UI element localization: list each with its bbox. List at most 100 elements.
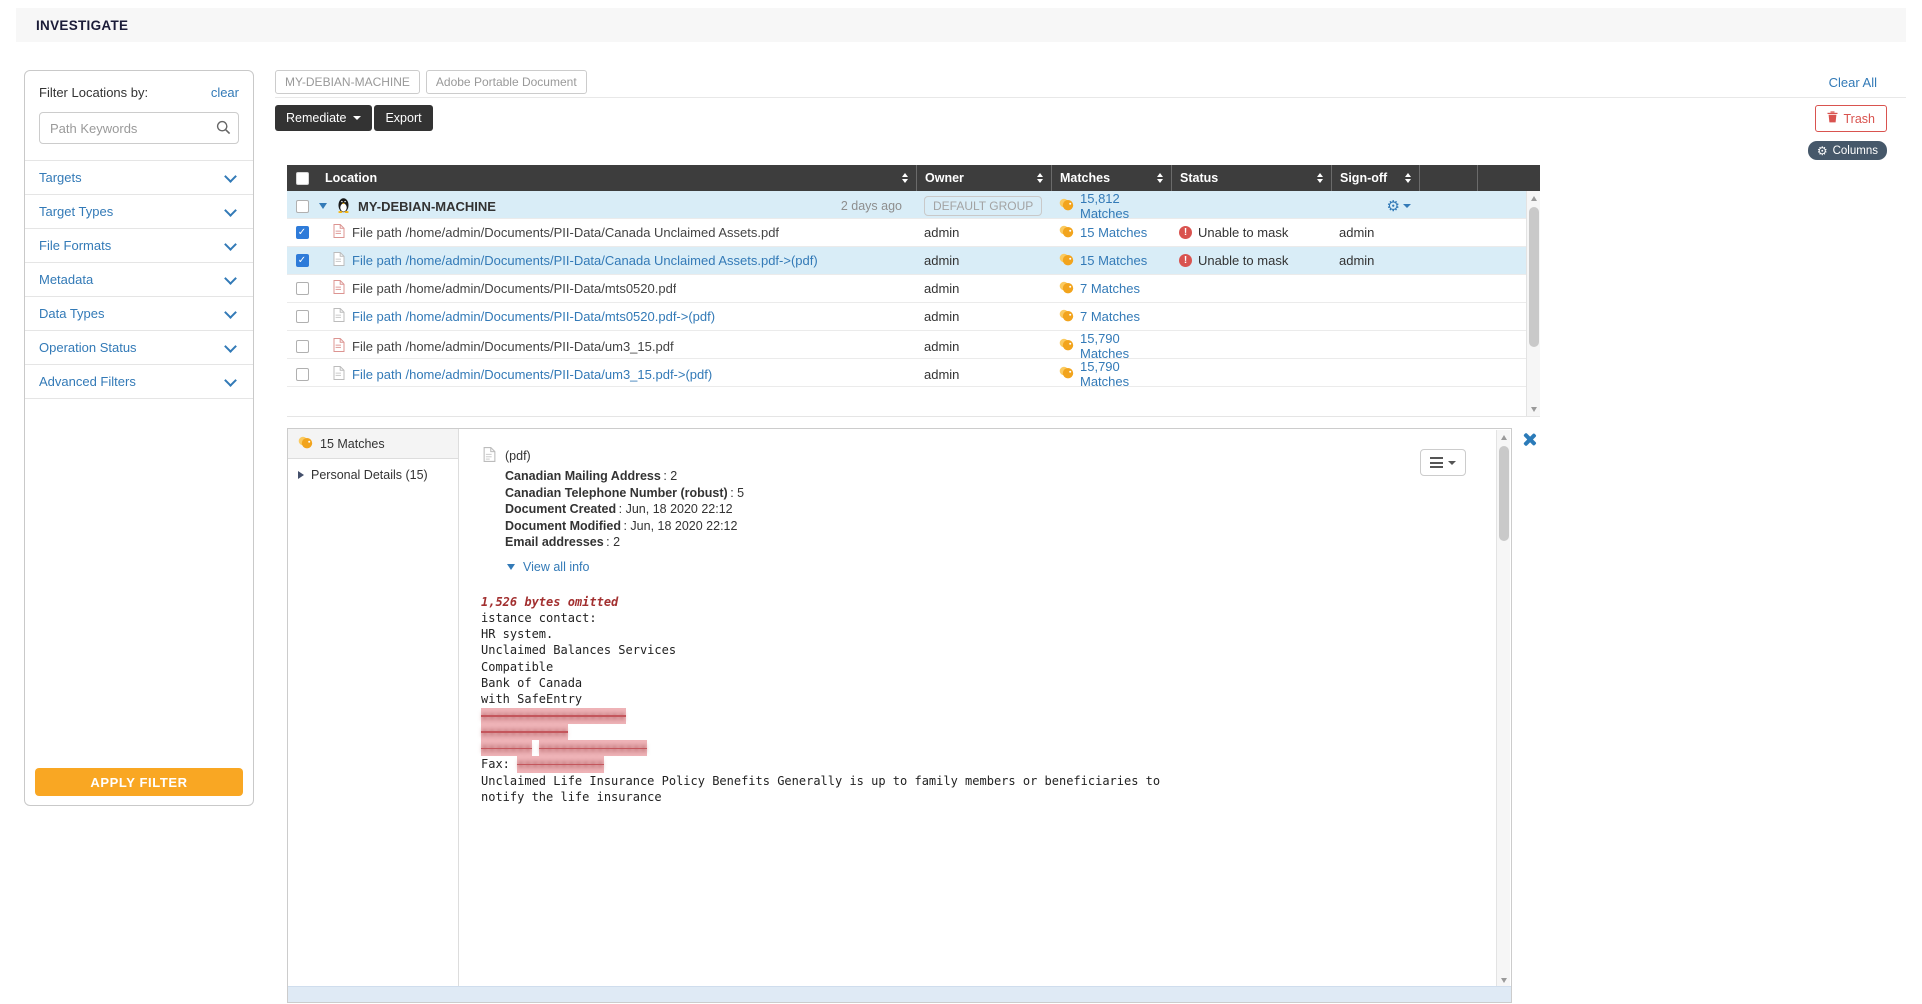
group-row[interactable]: MY-DEBIAN-MACHINE 2 days ago DEFAULT GRO… xyxy=(287,191,1540,219)
scroll-up-arrow[interactable] xyxy=(1497,430,1510,444)
pdf-file-icon xyxy=(333,338,345,355)
row-checkbox[interactable] xyxy=(296,340,309,353)
filter-clear-link[interactable]: clear xyxy=(211,85,239,100)
matches-link[interactable]: 15 Matches xyxy=(1051,253,1171,269)
search-icon xyxy=(216,120,231,140)
matches-count: 7 Matches xyxy=(1080,281,1140,296)
sort-icon[interactable] xyxy=(1317,173,1323,183)
scrollbar-thumb[interactable] xyxy=(1529,207,1539,347)
matches-count: 15 Matches xyxy=(1080,225,1147,240)
sidebar-item-targets[interactable]: Targets xyxy=(25,161,253,195)
collapse-caret-icon[interactable] xyxy=(319,203,327,209)
preview-menu-button[interactable] xyxy=(1420,449,1466,476)
matches-tag-icon xyxy=(1059,253,1074,269)
matches-link[interactable]: 7 Matches xyxy=(1051,309,1171,325)
scroll-up-arrow[interactable] xyxy=(1527,191,1540,205)
sort-icon[interactable] xyxy=(1405,173,1411,183)
table-row[interactable]: File path /home/admin/Documents/PII-Data… xyxy=(287,359,1540,387)
status-text: Unable to mask xyxy=(1198,253,1288,268)
select-all-checkbox[interactable] xyxy=(296,172,309,185)
sidebar-item-operation-status[interactable]: Operation Status xyxy=(25,331,253,365)
matches-link[interactable]: 15 Matches xyxy=(1051,225,1171,241)
preview-line: Bank of Canada xyxy=(481,675,1496,691)
chevron-down-icon xyxy=(224,170,237,183)
matches-link[interactable]: 15,790 Matches xyxy=(1051,359,1171,389)
page-title: INVESTIGATE xyxy=(36,18,128,33)
columns-button[interactable]: ⚙ Columns xyxy=(1808,141,1887,160)
scroll-down-arrow[interactable] xyxy=(1497,973,1510,987)
trash-button[interactable]: Trash xyxy=(1815,105,1888,132)
path-keywords-input[interactable] xyxy=(39,112,239,144)
owner-cell: admin xyxy=(916,281,1051,296)
sort-icon[interactable] xyxy=(1037,173,1043,183)
detail-scrollbar[interactable] xyxy=(1496,430,1510,987)
bytes-omitted-note: 1,526 bytes omitted xyxy=(481,594,1496,610)
column-header-signoff[interactable]: Sign-off xyxy=(1331,165,1419,191)
row-checkbox[interactable] xyxy=(296,282,309,295)
row-checkbox[interactable] xyxy=(296,368,309,381)
redacted-match: xxxxxxxxxxxxxxxxxxxx xyxy=(481,708,626,724)
clear-all-link[interactable]: Clear All xyxy=(1829,75,1877,90)
file-path-link[interactable]: File path /home/admin/Documents/PII-Data… xyxy=(352,281,676,296)
table-row[interactable]: ✓ File path /home/admin/Documents/PII-Dat… xyxy=(287,247,1540,275)
matches-link[interactable]: 7 Matches xyxy=(1051,281,1171,297)
file-path-link[interactable]: File path /home/admin/Documents/PII-Data… xyxy=(352,225,779,240)
file-path-link[interactable]: File path /home/admin/Documents/PII-Data… xyxy=(352,339,674,354)
filter-chip[interactable]: MY-DEBIAN-MACHINE xyxy=(275,70,420,94)
column-header-owner[interactable]: Owner xyxy=(916,165,1051,191)
apply-filter-button[interactable]: APPLY FILTER xyxy=(35,768,243,796)
scroll-down-arrow[interactable] xyxy=(1527,402,1540,416)
group-matches-link[interactable]: 15,812 Matches xyxy=(1051,191,1171,221)
filter-chip[interactable]: Adobe Portable Document xyxy=(426,70,587,94)
row-checkbox[interactable]: ✓ xyxy=(296,226,309,239)
location-cell: File path /home/admin/Documents/PII-Data… xyxy=(317,366,916,383)
columns-label: Columns xyxy=(1833,145,1878,157)
sort-icon[interactable] xyxy=(902,173,908,183)
signoff-cell: admin xyxy=(1331,225,1419,240)
export-button[interactable]: Export xyxy=(374,105,432,131)
owner-cell: admin xyxy=(916,339,1051,354)
close-icon[interactable] xyxy=(1523,433,1536,446)
table-row[interactable]: File path /home/admin/Documents/PII-Data… xyxy=(287,331,1540,359)
group-checkbox[interactable] xyxy=(296,200,309,213)
preview-line: with SafeEntry xyxy=(481,691,1496,707)
file-path-link[interactable]: File path /home/admin/Documents/PII-Data… xyxy=(352,253,818,268)
preview-line: Compatible xyxy=(481,659,1496,675)
column-header-spacer xyxy=(1477,165,1525,191)
column-header-matches[interactable]: Matches xyxy=(1051,165,1171,191)
table-row[interactable]: File path /home/admin/Documents/PII-Data… xyxy=(287,275,1540,303)
group-actions-gear[interactable]: ⚙ xyxy=(1387,197,1411,215)
owner-cell: admin xyxy=(916,225,1051,240)
table-row[interactable]: File path /home/admin/Documents/PII-Data… xyxy=(287,303,1540,331)
tree-item-personal-details[interactable]: Personal Details (15) xyxy=(288,459,458,491)
location-cell: File path /home/admin/Documents/PII-Data… xyxy=(317,308,916,325)
group-name[interactable]: MY-DEBIAN-MACHINE xyxy=(358,199,496,214)
row-checkbox[interactable]: ✓ xyxy=(296,254,309,267)
expand-caret-icon[interactable] xyxy=(298,471,304,479)
file-path-link[interactable]: File path /home/admin/Documents/PII-Data… xyxy=(352,367,712,382)
chevron-down-icon xyxy=(1448,461,1456,465)
file-path-link[interactable]: File path /home/admin/Documents/PII-Data… xyxy=(352,309,715,324)
table-row[interactable]: ✓ File path /home/admin/Documents/PII-Dat… xyxy=(287,219,1540,247)
sidebar-item-target-types[interactable]: Target Types xyxy=(25,195,253,229)
sidebar-item-data-types[interactable]: Data Types xyxy=(25,297,253,331)
sidebar-item-file-formats[interactable]: File Formats xyxy=(25,229,253,263)
export-label: Export xyxy=(385,111,421,125)
column-header-location[interactable]: Location xyxy=(317,165,916,191)
pdf-file-icon xyxy=(333,280,345,297)
view-all-info-link[interactable]: View all info xyxy=(505,560,1496,574)
sidebar-item-metadata[interactable]: Metadata xyxy=(25,263,253,297)
row-checkbox[interactable] xyxy=(296,310,309,323)
matches-link[interactable]: 15,790 Matches xyxy=(1051,331,1171,361)
preview-line: Unclaimed Life Insurance Policy Benefits… xyxy=(481,773,1496,789)
scrollbar-thumb[interactable] xyxy=(1499,446,1509,541)
column-header-status[interactable]: Status xyxy=(1171,165,1331,191)
table-scrollbar[interactable] xyxy=(1526,191,1540,416)
sidebar-item-label: Targets xyxy=(39,170,82,185)
sidebar-item-advanced-filters[interactable]: Advanced Filters xyxy=(25,365,253,399)
sidebar-item-label: Metadata xyxy=(39,272,93,287)
sort-icon[interactable] xyxy=(1157,173,1163,183)
remediate-button[interactable]: Remediate xyxy=(275,105,372,131)
chevron-down-icon xyxy=(224,374,237,387)
detail-horizontal-scrollbar[interactable] xyxy=(288,986,1511,1002)
